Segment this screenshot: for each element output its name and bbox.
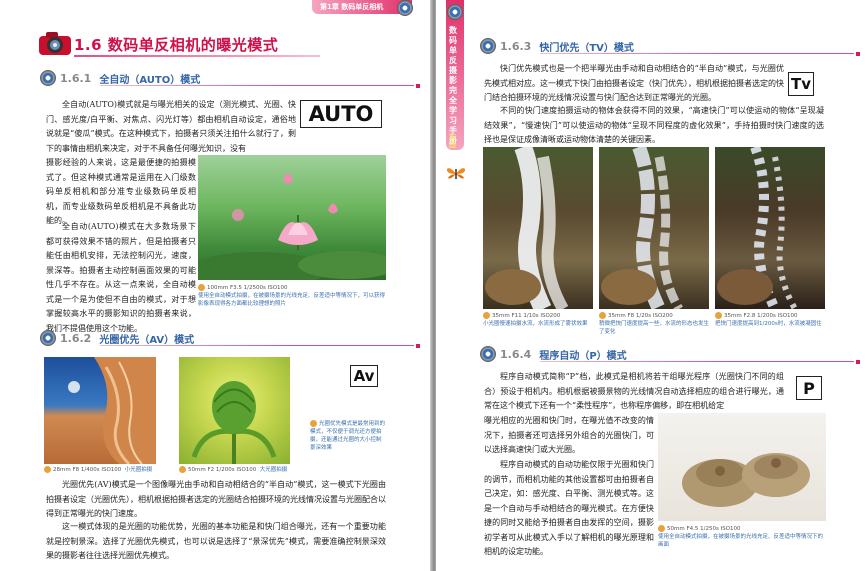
tv-mode-badge: Tv — [788, 72, 814, 96]
chapter-title: 1.6 数码单反相机的曝光模式 — [74, 36, 279, 54]
side-tab-accent: 实战 — [449, 133, 456, 149]
waterfall-photo-slow — [483, 147, 593, 309]
camera-bullet-icon — [179, 466, 186, 473]
p-paragraph-1a: 程序自动模式简称“P”档，此模式是相机将若干组曝光程序（光圈快门不同的组合）预设… — [484, 372, 784, 410]
plant-bud-caption: 50mm F2 1/200s ISO100 大光圈拍摄 — [179, 466, 339, 474]
av-paragraph-1: 光圈优先(AV)模式是一个图像曝光由手动和自动相结合的“半自动”模式，这一模式下… — [46, 480, 386, 518]
waterfall-photo-medium — [599, 147, 709, 309]
auto-mode-badge: AUTO — [300, 100, 382, 128]
tv-paragraph-2: 不同的快门速度拍摄运动的物体会获得不同的效果，“高速快门”可以使运动的物体“呈现… — [484, 106, 824, 144]
section-number: 1.6.1 — [60, 71, 92, 85]
knitted-shoes-caption: 50mm F4.5 1/250s ISO100 使用全自动模式拍摄，在被摄场景的… — [658, 525, 824, 548]
waterfall-caption-fast: 35mm F2.8 1/200s ISO100 把快门速度提高到1/200s时，… — [715, 312, 822, 327]
section-title: 程序自动（P）模式 — [539, 350, 627, 362]
right-page: 数码单反摄影完全学习手册 实战 1.6.3 快门优先（TV）模式 快门优先模式也… — [436, 0, 868, 571]
av-paragraph-2: 这一模式体现的是光圈的功能优势，光圈的基本功能是和快门组合曝光，还有一个重要功能… — [46, 522, 386, 560]
canyon-photo — [44, 357, 156, 464]
section-title: 全自动（AUTO）模式 — [99, 74, 201, 86]
auto-paragraph-1b: 摄影经验的人来说，这是最便捷的拍摄模式了。但这种模式通常是运用在入门级数码单反相… — [46, 158, 196, 225]
lens-bullet-icon — [40, 70, 56, 86]
waterfall-photo-fast — [715, 147, 825, 309]
knitted-shoes-photo — [658, 413, 826, 521]
auto-mode-badge-text: AUTO — [308, 102, 374, 126]
section-marker — [856, 52, 860, 56]
av-mode-badge-text: Av — [353, 367, 375, 385]
section-title: 快门优先（TV）模式 — [539, 42, 634, 54]
camera-bullet-icon — [599, 312, 606, 319]
auto-paragraph-2: 全自动(AUTO)模式在大多数场景下都可获得效果不错的照片，但是拍摄者只能任由相… — [46, 222, 196, 333]
section-number: 1.6.3 — [500, 39, 532, 53]
tv-mode-badge-text: Tv — [790, 75, 811, 93]
camera-bullet-icon — [198, 284, 205, 291]
camera-bullet-icon — [658, 525, 665, 532]
camera-bullet-icon — [715, 312, 722, 319]
section-marker — [416, 84, 420, 88]
chapter-underline — [74, 55, 320, 57]
av-mode-badge: Av — [350, 365, 378, 387]
butterfly-icon — [446, 166, 466, 182]
waterfall-caption-medium: 35mm F8 1/20s ISO200 稍微把快门速度提高一些，水流的形态也发… — [599, 312, 710, 335]
lotus-photo — [198, 155, 386, 280]
section-rule — [540, 360, 854, 362]
section-number: 1.6.4 — [500, 347, 532, 361]
p-mode-badge: P — [796, 376, 822, 400]
p-paragraph-1b: 曝光相应的光圈和快门时，在曝光值不改变的情况下，拍摄者还可选择另外组合的光圈快门… — [484, 416, 654, 454]
camera-bullet-icon — [310, 420, 317, 427]
section-heading-p: 1.6.4 程序自动（P）模式 — [480, 344, 860, 364]
av-side-note: 光圈优先模式是最常用到的模式，不仅便于调光还方便拍摄，还能通过光圈的大小控制景深… — [310, 420, 386, 451]
section-rule — [100, 344, 414, 346]
section-title: 光圈优先（AV）模式 — [99, 334, 195, 346]
lotus-caption: 100mm F3.5 1/2500s ISO100 使用全自动模式拍摄，在被摄场… — [198, 284, 386, 307]
lens-icon — [447, 4, 463, 20]
lens-icon — [397, 0, 413, 16]
section-heading-auto: 1.6.1 全自动（AUTO）模式 — [40, 68, 420, 88]
section-marker — [856, 360, 860, 364]
lens-bullet-icon — [480, 346, 496, 362]
auto-paragraph-1a: 全自动(AUTO)模式就是与曝光相关的设定（测光模式、光圈、快门、感光度/白平衡… — [46, 100, 296, 153]
section-number: 1.6.2 — [60, 331, 92, 345]
section-rule — [100, 84, 414, 86]
p-mode-badge-text: P — [803, 378, 815, 398]
tv-paragraph-1: 快门优先模式也是一个把半曝光由手动和自动相结合的“半自动”模式，与光圈优先模式相… — [484, 64, 784, 102]
header-tab-text: 第1章 数码单反相机 — [320, 3, 384, 11]
lens-bullet-icon — [40, 330, 56, 346]
camera-bullet-icon — [483, 312, 490, 319]
section-heading-av: 1.6.2 光圈优先（AV）模式 — [40, 328, 420, 348]
camera-bullet-icon — [44, 466, 51, 473]
plant-bud-photo — [179, 357, 290, 464]
section-rule — [540, 52, 854, 54]
section-heading-tv: 1.6.3 快门优先（TV）模式 — [480, 36, 860, 56]
waterfall-caption-slow: 35mm F11 1/10s ISO200 小光圈慢速拍摄水流，水流形成了雾状效… — [483, 312, 588, 327]
lens-bullet-icon — [480, 38, 496, 54]
left-page: 第1章 数码单反相机 1.6 数码单反相机的曝光模式 1.6.1 全自动（AUT… — [0, 0, 432, 571]
p-paragraph-2: 程序自动模式的自动功能仅限于光圈和快门的调节，而相机功能的其他设置都可由拍摄者自… — [484, 460, 654, 556]
side-tab-text: 数码单反摄影完全学习手册 — [449, 26, 457, 145]
section-marker — [416, 344, 420, 348]
camera-icon — [38, 30, 72, 56]
